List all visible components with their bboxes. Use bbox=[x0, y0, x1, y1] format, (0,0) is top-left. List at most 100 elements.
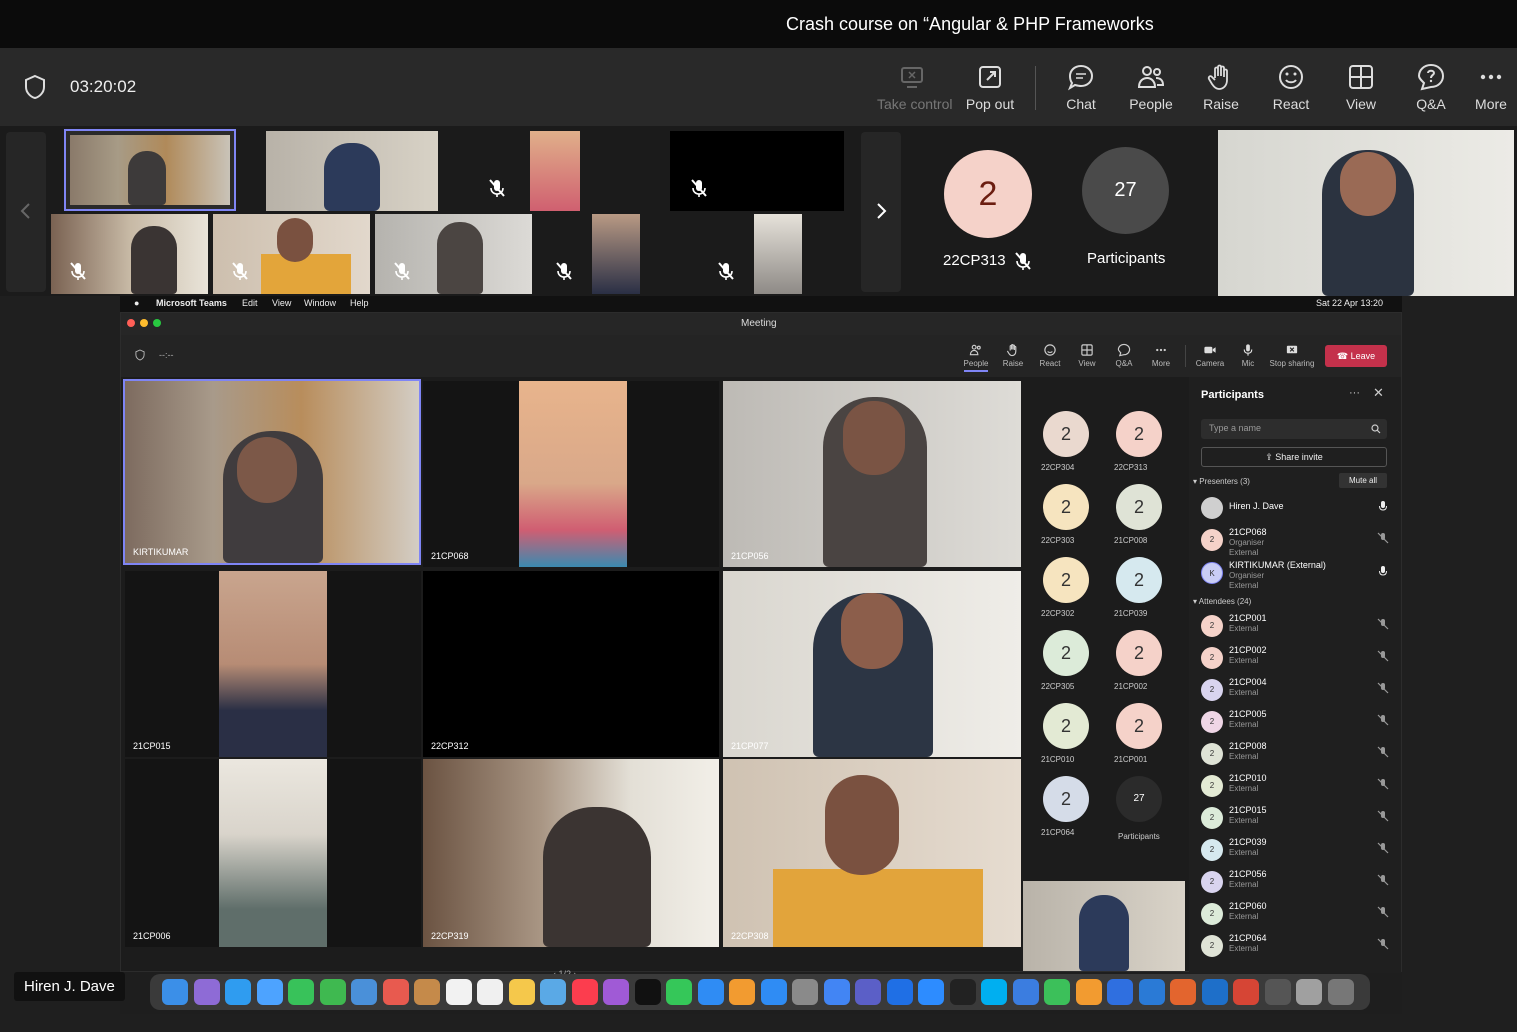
video-thumb-22cp308[interactable] bbox=[213, 214, 370, 294]
video-tile[interactable]: KIRTIKUMAR bbox=[123, 379, 421, 565]
menu-window[interactable]: Window bbox=[304, 298, 336, 308]
chat-button[interactable]: Chat bbox=[1046, 60, 1116, 118]
dock-app-icon[interactable] bbox=[949, 979, 976, 1005]
inner-qa-button[interactable]: Q&A bbox=[1105, 343, 1143, 368]
participants-count-avatar[interactable]: 27 bbox=[1116, 776, 1162, 822]
participant-avatar[interactable]: 2 bbox=[1043, 557, 1089, 603]
dock-app-icon[interactable] bbox=[760, 979, 787, 1005]
raise-hand-button[interactable]: Raise bbox=[1186, 60, 1256, 118]
video-thumb-kirtikumar[interactable] bbox=[64, 129, 236, 211]
view-button[interactable]: View bbox=[1326, 60, 1396, 118]
dock-app-icon[interactable] bbox=[477, 979, 503, 1005]
maximize-window-dot[interactable] bbox=[153, 319, 161, 327]
dock-app-icon[interactable] bbox=[1327, 979, 1354, 1005]
attendees-section[interactable]: ▾ Attendees (24) bbox=[1193, 597, 1251, 606]
dock-app-icon[interactable] bbox=[1138, 979, 1165, 1005]
attendee-row[interactable]: 2 21CP039 External bbox=[1201, 837, 1391, 865]
dock-app-icon[interactable] bbox=[886, 979, 913, 1005]
participant-avatar[interactable]: 2 bbox=[1116, 411, 1162, 457]
attendee-row[interactable]: 2 21CP010 External bbox=[1201, 773, 1391, 801]
participant-avatar[interactable]: 2 bbox=[1043, 630, 1089, 676]
dock-app-icon[interactable] bbox=[1170, 979, 1196, 1005]
dock-app-icon[interactable] bbox=[382, 979, 409, 1005]
presenter-row[interactable]: Hiren J. Dave bbox=[1201, 495, 1391, 523]
inner-people-button[interactable]: People bbox=[957, 343, 995, 372]
people-button[interactable]: People bbox=[1116, 60, 1186, 118]
mute-all-button[interactable]: Mute all bbox=[1339, 473, 1387, 488]
attendee-row[interactable]: 2 21CP001 External bbox=[1201, 613, 1391, 641]
gallery-next-button[interactable] bbox=[861, 132, 901, 292]
video-thumb-21cp068[interactable] bbox=[468, 131, 640, 211]
presenter-row[interactable]: 2 21CP068 Organiser External bbox=[1201, 527, 1391, 557]
participant-avatar[interactable]: 2 bbox=[1116, 557, 1162, 603]
menu-edit[interactable]: Edit bbox=[242, 298, 258, 308]
dock-app-icon[interactable] bbox=[1233, 979, 1259, 1005]
video-tile[interactable]: 22CP319 bbox=[423, 759, 719, 947]
video-tile[interactable]: 21CP077 bbox=[723, 571, 1021, 757]
close-window-dot[interactable] bbox=[127, 319, 135, 327]
dock-app-icon[interactable] bbox=[697, 979, 724, 1005]
dock-app-icon[interactable] bbox=[634, 979, 661, 1005]
dock-app-icon[interactable] bbox=[288, 979, 314, 1005]
gallery-prev-button[interactable] bbox=[6, 132, 46, 292]
dock-app-icon[interactable] bbox=[1296, 979, 1322, 1005]
dock-app-icon[interactable] bbox=[256, 979, 283, 1005]
minimize-window-dot[interactable] bbox=[140, 319, 148, 327]
video-thumb-hiren[interactable] bbox=[266, 131, 438, 211]
video-tile[interactable]: 22CP308 bbox=[723, 759, 1021, 947]
menu-app[interactable]: Microsoft Teams bbox=[156, 298, 227, 308]
dock-app-icon[interactable] bbox=[792, 979, 818, 1005]
self-view-video[interactable] bbox=[1218, 130, 1514, 296]
video-tile[interactable]: 21CP068 bbox=[423, 381, 719, 567]
participant-avatar[interactable]: 2 bbox=[1116, 703, 1162, 749]
inner-react-button[interactable]: React bbox=[1031, 343, 1069, 368]
dock-app-icon[interactable] bbox=[855, 979, 881, 1005]
menu-help[interactable]: Help bbox=[350, 298, 369, 308]
presenters-section[interactable]: ▾ Presenters (3) bbox=[1193, 477, 1250, 486]
participant-avatar[interactable]: 2 bbox=[1043, 484, 1089, 530]
dock-app-icon[interactable] bbox=[351, 979, 377, 1005]
dock-app-icon[interactable] bbox=[540, 979, 566, 1005]
react-button[interactable]: React bbox=[1256, 60, 1326, 118]
menu-view[interactable]: View bbox=[272, 298, 291, 308]
self-video-tile[interactable] bbox=[1023, 881, 1185, 971]
inner-view-button[interactable]: View bbox=[1068, 343, 1106, 368]
dock-app-icon[interactable] bbox=[1012, 979, 1039, 1005]
dock-app-icon[interactable] bbox=[1201, 979, 1228, 1005]
leave-button[interactable]: ☎ Leave bbox=[1325, 345, 1387, 367]
dock-app-icon[interactable] bbox=[193, 979, 220, 1005]
video-tile[interactable]: 21CP006 bbox=[125, 759, 421, 947]
inner-more-button[interactable]: More bbox=[1142, 343, 1180, 368]
dock-app-icon[interactable] bbox=[1075, 979, 1102, 1005]
attendee-row[interactable]: 2 21CP004 External bbox=[1201, 677, 1391, 705]
more-button[interactable]: More bbox=[1466, 60, 1516, 118]
pop-out-button[interactable]: Pop out bbox=[955, 60, 1025, 118]
dock-app-icon[interactable] bbox=[1107, 979, 1133, 1005]
take-control-button[interactable]: Take control bbox=[877, 60, 952, 118]
video-tile[interactable]: 21CP015 bbox=[125, 571, 421, 757]
attendee-row[interactable]: 2 21CP056 External bbox=[1201, 869, 1391, 897]
dock-app-icon[interactable] bbox=[445, 979, 472, 1005]
dock-app-icon[interactable] bbox=[823, 979, 850, 1005]
video-tile[interactable]: 22CP312 bbox=[423, 571, 719, 757]
close-icon[interactable]: ✕ bbox=[1373, 385, 1384, 401]
mic-button[interactable]: Mic bbox=[1229, 343, 1267, 368]
dock-app-icon[interactable] bbox=[666, 979, 692, 1005]
dock-app-icon[interactable] bbox=[1264, 979, 1291, 1005]
presenter-row[interactable]: K KIRTIKUMAR (External) Organiser Extern… bbox=[1201, 560, 1391, 590]
dock-app-icon[interactable] bbox=[1044, 979, 1070, 1005]
participant-avatar[interactable]: 2 bbox=[1116, 484, 1162, 530]
dock-app-icon[interactable] bbox=[414, 979, 440, 1005]
attendee-row[interactable]: 2 21CP008 External bbox=[1201, 741, 1391, 769]
participant-avatar[interactable]: 2 bbox=[1043, 703, 1089, 749]
video-thumb-22cp319[interactable] bbox=[51, 214, 208, 294]
dock-app-icon[interactable] bbox=[225, 979, 251, 1005]
attendee-row[interactable]: 2 21CP002 External bbox=[1201, 645, 1391, 673]
video-thumb-21cp015[interactable] bbox=[537, 214, 694, 294]
panel-more-icon[interactable]: ··· bbox=[1349, 387, 1360, 399]
video-thumb-21cp056[interactable] bbox=[375, 214, 532, 294]
dock-app-icon[interactable] bbox=[918, 979, 944, 1005]
dock-app-icon[interactable] bbox=[162, 979, 188, 1005]
dock-app-icon[interactable] bbox=[603, 979, 629, 1005]
stop-sharing-button[interactable]: Stop sharing bbox=[1267, 343, 1317, 368]
